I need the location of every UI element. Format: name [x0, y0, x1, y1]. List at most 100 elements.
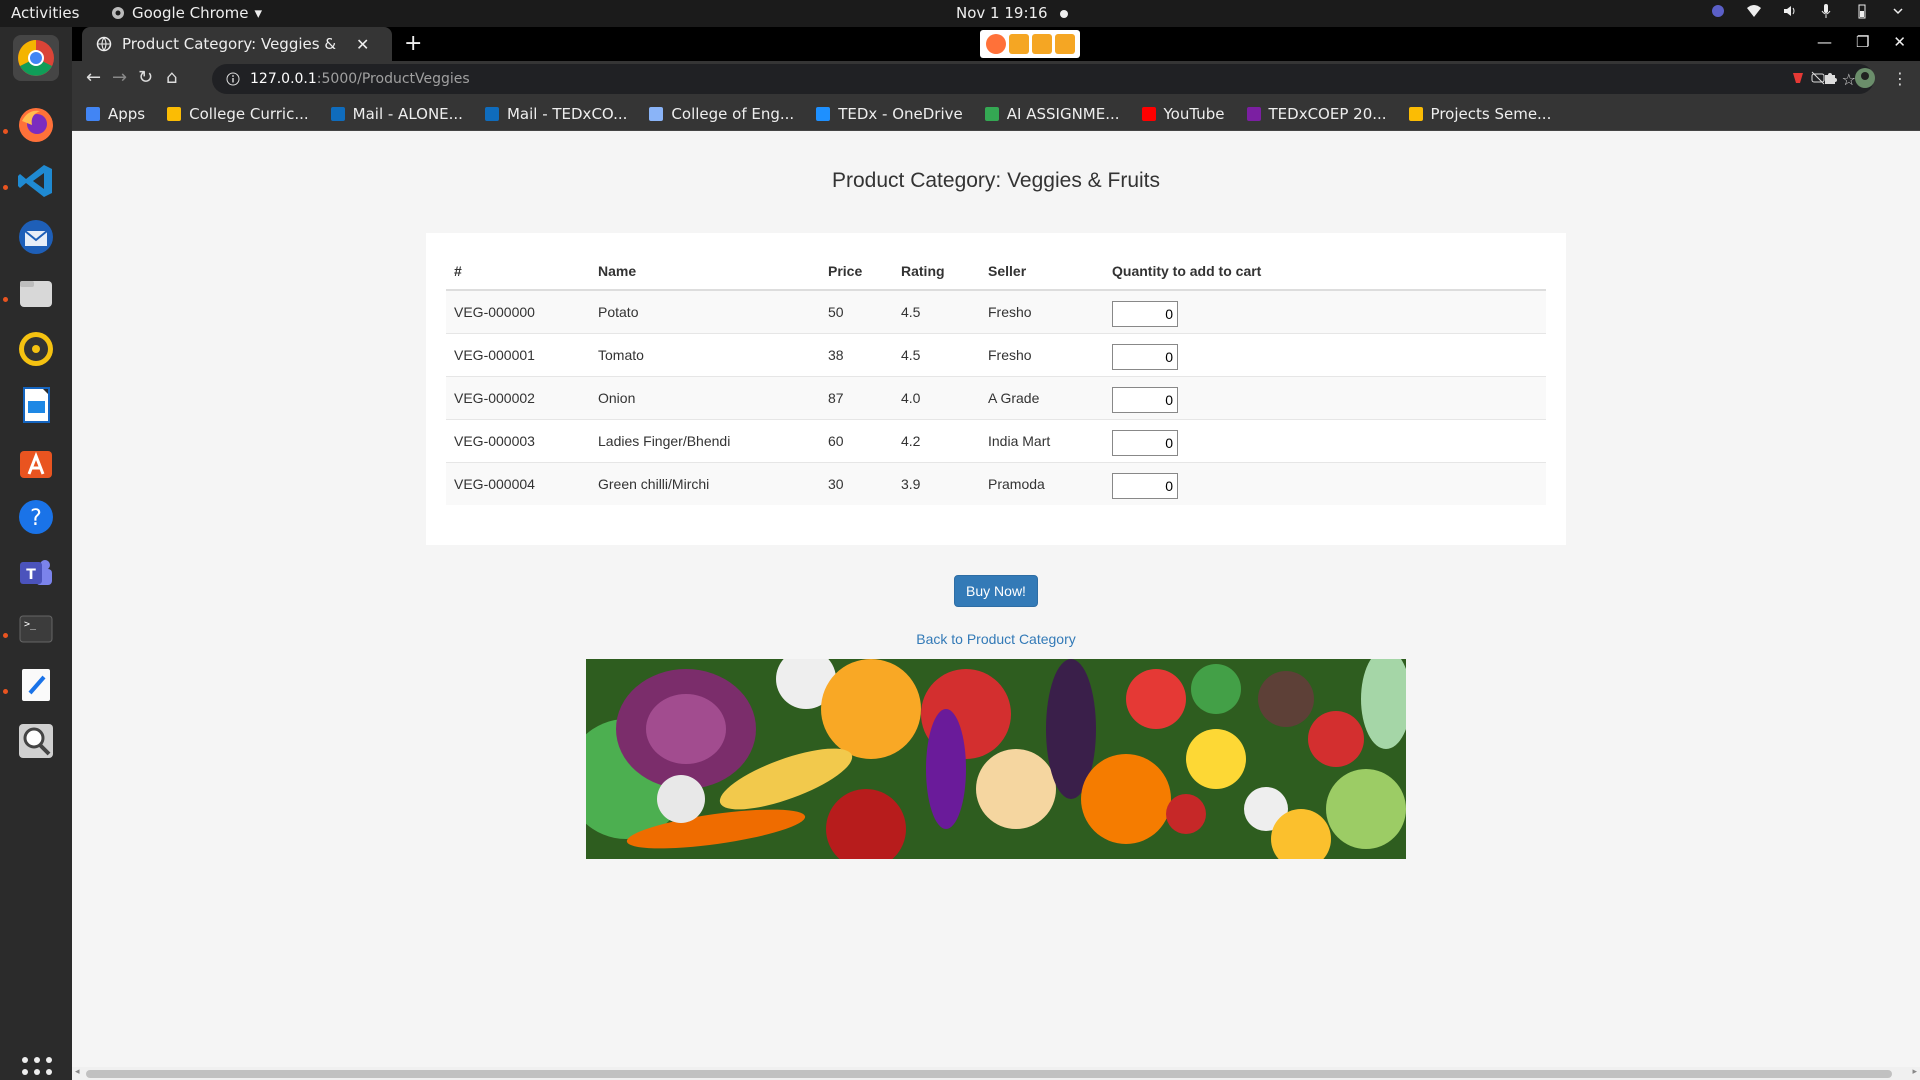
- text-editor-icon: [22, 669, 50, 701]
- screen-share-icon: [1054, 34, 1075, 54]
- dock-rhythmbox[interactable]: [13, 326, 59, 372]
- vscode-icon: [18, 165, 52, 197]
- cell-rating: 4.2: [893, 418, 980, 462]
- app-menu[interactable]: Google Chrome ▾: [110, 4, 262, 22]
- scrollbar-thumb[interactable]: [86, 1070, 1892, 1078]
- cell-quantity: [1104, 418, 1546, 462]
- dock-firefox[interactable]: [13, 102, 59, 148]
- cell-id: VEG-000000: [446, 289, 590, 333]
- camera-icon: [1008, 34, 1029, 54]
- software-center-icon: [20, 451, 52, 478]
- screen-share-indicator[interactable]: [980, 30, 1080, 58]
- tab-product-veggies[interactable]: Product Category: Veggies & Fruits ✕: [82, 27, 392, 61]
- terminal-running-dot-icon: [3, 633, 8, 638]
- back-link-text[interactable]: Back to Product Category: [916, 631, 1076, 647]
- rhythmbox-icon: [19, 332, 53, 366]
- new-tab-icon[interactable]: +: [404, 31, 422, 56]
- firefox-icon: [19, 108, 53, 142]
- dock-files[interactable]: [13, 270, 59, 316]
- dock-search[interactable]: [13, 718, 59, 764]
- minimize-icon[interactable]: —: [1817, 33, 1832, 51]
- activities-button[interactable]: Activities: [11, 4, 79, 22]
- bookmark-label: Mail - TEDxCO...: [506, 104, 628, 123]
- dock-text-editor[interactable]: [13, 662, 59, 708]
- table-row: VEG-000001 Tomato 38 4.5 Fresho: [446, 332, 1546, 376]
- bookmark-label: YouTube: [1163, 104, 1225, 123]
- tab-title: Product Category: Veggies & Fruits: [122, 35, 342, 53]
- bookmark-item[interactable]: Mail - TEDxCO...: [484, 104, 628, 123]
- cell-name: Potato: [590, 289, 820, 333]
- quantity-input[interactable]: [1112, 472, 1178, 499]
- quantity-input[interactable]: [1112, 300, 1178, 327]
- cell-quantity: [1104, 332, 1546, 376]
- home-icon[interactable]: ⌂: [166, 67, 177, 88]
- cell-rating: 4.5: [893, 289, 980, 333]
- scroll-right-icon[interactable]: ▸: [1912, 1067, 1917, 1077]
- close-tab-icon[interactable]: ✕: [356, 35, 369, 54]
- bookmark-item[interactable]: Apps: [86, 105, 145, 123]
- table-row: VEG-000002 Onion 87 4.0 A Grade: [446, 375, 1546, 419]
- dock-writer[interactable]: [13, 382, 59, 428]
- bookmark-item[interactable]: Projects Seme...: [1408, 105, 1551, 123]
- clock[interactable]: Nov 1 19:16: [956, 4, 1068, 22]
- bookmark-item[interactable]: College of Eng...: [649, 105, 794, 123]
- page-title: Product Category: Veggies & Fruits: [832, 169, 1160, 192]
- bookmark-label: AI ASSIGNME...: [1006, 104, 1120, 123]
- url-host: 127.0.0.1: [250, 71, 317, 87]
- dock-chrome[interactable]: [13, 35, 59, 81]
- back-icon[interactable]: ←: [86, 67, 101, 88]
- cell-quantity: [1104, 461, 1546, 505]
- quantity-input[interactable]: [1112, 386, 1178, 413]
- scroll-left-icon[interactable]: ◂: [75, 1067, 80, 1077]
- teams-tray-icon: [1712, 5, 1724, 17]
- cell-seller: A Grade: [980, 375, 1104, 419]
- dock-vscode[interactable]: [13, 158, 59, 204]
- system-tray[interactable]: [1710, 3, 1906, 19]
- chevron-down-icon: ▾: [254, 4, 263, 22]
- bookmark-favicon-icon: [1246, 106, 1261, 121]
- bookmark-item[interactable]: AI ASSIGNME...: [984, 104, 1120, 123]
- kebab-menu-icon[interactable]: ⋮: [1892, 69, 1908, 88]
- microphone-indicator-icon: [1031, 34, 1052, 54]
- microphone-icon: [1821, 4, 1831, 18]
- cell-rating: 4.5: [893, 332, 980, 376]
- dock-software[interactable]: [13, 438, 59, 484]
- cell-name: Tomato: [590, 332, 820, 376]
- table-row: VEG-000003 Ladies Finger/Bhendi 60 4.2 I…: [446, 418, 1546, 462]
- dock-thunderbird[interactable]: [13, 214, 59, 260]
- close-window-icon[interactable]: ✕: [1893, 33, 1906, 51]
- reload-icon[interactable]: ↻: [138, 67, 153, 88]
- terminal-icon: >_: [19, 615, 53, 643]
- dock-help[interactable]: ?: [13, 494, 59, 540]
- svg-text:?: ?: [30, 506, 42, 531]
- show-applications-icon[interactable]: [22, 1057, 52, 1080]
- thunderbird-icon: [19, 220, 53, 254]
- quantity-input[interactable]: [1112, 429, 1178, 456]
- bookmark-item[interactable]: YouTube: [1141, 104, 1225, 123]
- firefox-running-dot-icon: [3, 129, 8, 134]
- puzzle-icon[interactable]: [1822, 70, 1838, 86]
- forward-icon[interactable]: →: [112, 67, 127, 88]
- buy-now-button[interactable]: Buy Now!: [954, 575, 1038, 607]
- dock-terminal[interactable]: >_: [13, 606, 59, 652]
- volume-icon: [1784, 6, 1795, 16]
- horizontal-scrollbar[interactable]: ◂ ▸: [72, 1067, 1920, 1080]
- bookmark-item[interactable]: College Curric...: [167, 105, 309, 123]
- dock-teams[interactable]: T: [13, 550, 59, 596]
- quantity-input[interactable]: [1112, 343, 1178, 370]
- cell-id: VEG-000003: [446, 418, 590, 462]
- column-header-quantity: Quantity to add to cart: [1104, 253, 1546, 291]
- column-header-rating: Rating: [893, 253, 980, 291]
- table-row: VEG-000000 Potato 50 4.5 Fresho: [446, 289, 1546, 333]
- address-bar[interactable]: 127.0.0.1:5000/ProductVeggies ☆: [212, 64, 1874, 94]
- avatar[interactable]: [1854, 67, 1876, 89]
- bookmark-label: Apps: [108, 104, 146, 123]
- extension-red-icon[interactable]: [1790, 70, 1806, 86]
- bookmark-item[interactable]: Mail - ALONE...: [330, 105, 463, 123]
- maximize-icon[interactable]: ❐: [1856, 33, 1869, 51]
- table-header-row: # Name Price Rating Seller Quantity to a…: [446, 253, 1546, 291]
- vegetables-banner-image: [586, 659, 1406, 859]
- bookmark-item[interactable]: TEDxCOEP 20...: [1246, 105, 1387, 123]
- cell-name: Ladies Finger/Bhendi: [590, 418, 820, 462]
- bookmark-item[interactable]: TEDx - OneDrive: [816, 105, 963, 123]
